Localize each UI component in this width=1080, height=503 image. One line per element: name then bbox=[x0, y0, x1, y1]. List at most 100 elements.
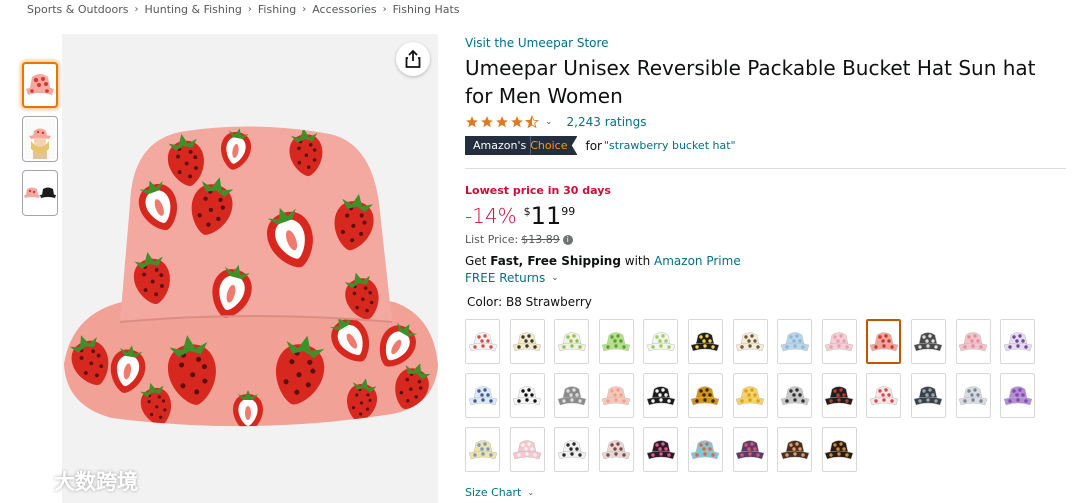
shipping-bold: Fast, Free Shipping bbox=[490, 254, 621, 268]
breadcrumb-item[interactable]: Accessories bbox=[312, 3, 376, 16]
star-full-icon bbox=[496, 116, 508, 128]
bucket-hat-swatch-icon bbox=[735, 385, 765, 405]
color-swatch[interactable] bbox=[1000, 319, 1036, 364]
choice-badge-left: Amazon's bbox=[465, 136, 531, 155]
price-row: -14% $ 11 99 bbox=[465, 203, 1065, 229]
color-swatch[interactable] bbox=[554, 427, 590, 472]
strawberry-bucket-hat-image bbox=[62, 34, 438, 503]
color-swatch[interactable] bbox=[598, 373, 634, 418]
choice-keyword-link[interactable]: "strawberry bucket hat" bbox=[604, 139, 736, 152]
watermark: 大数跨境 bbox=[8, 466, 138, 496]
bucket-hat-swatch-icon bbox=[1003, 385, 1032, 405]
color-swatch[interactable] bbox=[910, 319, 946, 364]
main-product-image[interactable] bbox=[62, 34, 438, 503]
color-swatch[interactable] bbox=[643, 427, 679, 472]
color-swatch[interactable] bbox=[866, 319, 902, 364]
thumbnail-hat-strawberry[interactable] bbox=[22, 62, 58, 108]
watermark-logo-icon bbox=[8, 471, 43, 491]
breadcrumb-separator: › bbox=[247, 4, 252, 15]
rating-chevron-down-icon[interactable]: ⌄ bbox=[545, 117, 553, 127]
thumbnail-model-wearing[interactable] bbox=[22, 116, 58, 162]
bucket-hat-swatch-icon bbox=[869, 385, 899, 405]
breadcrumb-item[interactable]: Fishing bbox=[258, 3, 296, 16]
bucket-hat-swatch-icon bbox=[958, 331, 988, 351]
breadcrumb-separator: › bbox=[134, 4, 139, 15]
color-swatch[interactable] bbox=[509, 319, 545, 364]
bucket-hat-swatch-icon bbox=[646, 331, 676, 351]
list-price-value: $13.89 bbox=[521, 233, 560, 246]
amazons-choice-badge[interactable]: Amazon's Choice bbox=[465, 136, 578, 155]
color-swatch[interactable] bbox=[687, 427, 723, 472]
color-swatch[interactable] bbox=[554, 319, 590, 364]
bucket-hat-swatch-icon bbox=[601, 331, 631, 351]
color-swatch[interactable] bbox=[465, 427, 500, 472]
color-swatch[interactable] bbox=[1000, 373, 1036, 418]
color-swatch[interactable] bbox=[643, 373, 679, 418]
color-swatch[interactable] bbox=[732, 427, 768, 472]
color-swatch[interactable] bbox=[465, 373, 500, 418]
color-value: B8 Strawberry bbox=[506, 295, 592, 309]
color-swatch[interactable] bbox=[777, 319, 813, 364]
amazons-choice-row: Amazon's Choice for "strawberry bucket h… bbox=[465, 136, 1065, 155]
product-title: Umeepar Unisex Reversible Packable Bucke… bbox=[465, 56, 1036, 108]
breadcrumb-item[interactable]: Fishing Hats bbox=[393, 3, 460, 16]
color-swatch[interactable] bbox=[955, 373, 991, 418]
bucket-hat-swatch-icon bbox=[869, 331, 899, 351]
list-price: List Price: $13.89 i bbox=[465, 233, 1065, 246]
store-link[interactable]: Visit the Umeepar Store bbox=[465, 36, 1065, 50]
breadcrumb-item[interactable]: Sports & Outdoors bbox=[27, 3, 128, 16]
star-rating[interactable] bbox=[465, 115, 539, 129]
bucket-hat-swatch-icon bbox=[691, 331, 720, 351]
color-swatch[interactable] bbox=[732, 319, 768, 364]
info-icon[interactable]: i bbox=[562, 234, 573, 245]
color-swatch[interactable] bbox=[509, 373, 545, 418]
size-chart-link[interactable]: Size Chart ⌄ bbox=[465, 486, 534, 499]
bucket-hat-swatch-icon bbox=[512, 331, 542, 351]
bucket-hat-swatch-icon bbox=[824, 385, 854, 405]
list-price-label: List Price: bbox=[465, 233, 519, 246]
color-swatch[interactable] bbox=[465, 319, 500, 364]
color-swatch[interactable] bbox=[598, 427, 634, 472]
free-returns-link[interactable]: FREE Returns ⌄ bbox=[465, 271, 1065, 285]
color-swatch[interactable] bbox=[821, 427, 857, 472]
color-swatch[interactable] bbox=[687, 373, 723, 418]
chevron-down-icon: ⌄ bbox=[527, 488, 535, 497]
share-icon bbox=[405, 50, 421, 68]
bucket-hat-swatch-icon bbox=[824, 439, 854, 459]
color-swatch[interactable] bbox=[777, 427, 813, 472]
breadcrumb: Sports & Outdoors › Hunting & Fishing › … bbox=[27, 3, 460, 16]
choice-for-label: for bbox=[585, 138, 602, 153]
star-half-icon bbox=[525, 115, 539, 129]
bucket-hat-swatch-icon bbox=[735, 331, 765, 351]
bucket-hat-swatch-icon bbox=[601, 385, 631, 405]
color-swatch[interactable] bbox=[509, 427, 545, 472]
bucket-hat-swatch-icon bbox=[780, 439, 809, 459]
rating-row: ⌄ 2,243 ratings bbox=[465, 113, 1065, 131]
color-swatch[interactable] bbox=[598, 319, 634, 364]
color-swatch[interactable] bbox=[866, 373, 902, 418]
star-full-icon bbox=[481, 116, 493, 128]
color-swatch[interactable] bbox=[821, 373, 857, 418]
bucket-hat-swatch-icon bbox=[512, 385, 542, 405]
color-swatch[interactable] bbox=[554, 373, 590, 418]
color-swatch[interactable] bbox=[910, 373, 946, 418]
breadcrumb-item[interactable]: Hunting & Fishing bbox=[144, 3, 241, 16]
bucket-hat-swatch-icon bbox=[468, 385, 497, 405]
color-swatch[interactable] bbox=[955, 319, 991, 364]
thumbnail-list bbox=[22, 62, 58, 224]
free-returns-label: FREE Returns bbox=[465, 271, 546, 285]
breadcrumb-separator: › bbox=[302, 4, 307, 15]
color-swatch[interactable] bbox=[777, 373, 813, 418]
color-swatch[interactable] bbox=[687, 319, 723, 364]
share-button[interactable] bbox=[396, 42, 430, 76]
amazon-prime-link[interactable]: Amazon Prime bbox=[654, 254, 741, 268]
color-swatch[interactable] bbox=[732, 373, 768, 418]
ratings-count-link[interactable]: 2,243 ratings bbox=[567, 115, 647, 129]
bucket-hat-swatch-icon bbox=[512, 439, 542, 459]
color-swatch[interactable] bbox=[821, 319, 857, 364]
color-swatch[interactable] bbox=[643, 319, 679, 364]
thumbnail-reversible-pair[interactable] bbox=[22, 170, 58, 216]
deal-label: Lowest price in 30 days bbox=[465, 184, 611, 197]
bucket-hat-swatch-icon bbox=[468, 439, 497, 459]
chevron-down-icon: ⌄ bbox=[551, 273, 559, 283]
